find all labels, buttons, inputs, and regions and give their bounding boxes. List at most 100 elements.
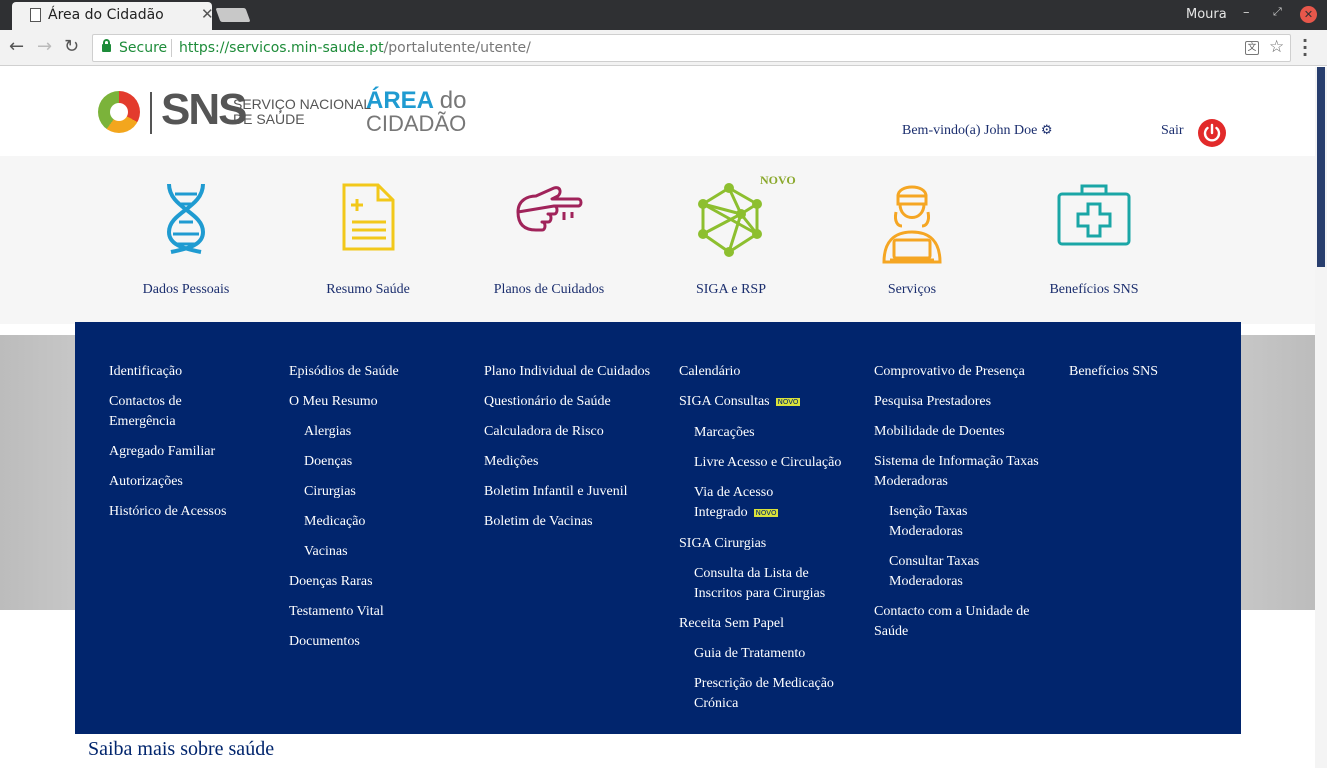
- menu-item-integrado-label: Integrado: [694, 505, 748, 520]
- nurse-icon: [882, 185, 942, 264]
- new-tab-button[interactable]: [215, 8, 251, 22]
- gear-icon[interactable]: ⚙: [1041, 123, 1053, 138]
- menu-item-historico-acessos[interactable]: Histórico de Acessos: [109, 502, 226, 522]
- menu-item-autorizacoes[interactable]: Autorizações: [109, 472, 183, 492]
- translate-icon[interactable]: 文: [1245, 41, 1259, 55]
- menu-item-contactos-emergencia[interactable]: Contactos de: [109, 392, 182, 412]
- shortcut-label: Benefícios SNS: [1049, 282, 1139, 297]
- url-text[interactable]: https://servicos.min-saude.pt/portaluten…: [179, 40, 531, 56]
- welcome-user[interactable]: Bem-vindo(a) John Doe ⚙: [902, 123, 1052, 139]
- sns-logo-icon[interactable]: [98, 91, 140, 133]
- menu-item-contactos-emergencia-cont[interactable]: Emergência: [109, 412, 176, 432]
- secure-label: Secure: [119, 40, 168, 56]
- logo-sub-line2: DE SAÚDE: [233, 111, 305, 127]
- menu-item-alergias[interactable]: Alergias: [304, 422, 351, 442]
- shortcut-planos-cuidados[interactable]: Planos de Cuidados: [459, 156, 639, 324]
- menu-item-consulta-lista[interactable]: Consulta da Lista de: [694, 564, 809, 584]
- novo-tag: NOVO: [775, 398, 801, 406]
- menu-item-via-acesso-integrado[interactable]: Integrado NOVO: [694, 503, 779, 523]
- menu-item-guia-tratamento[interactable]: Guia de Tratamento: [694, 644, 805, 664]
- novo-tag: NOVO: [753, 509, 779, 517]
- menu-item-mobilidade-doentes[interactable]: Mobilidade de Doentes: [874, 422, 1005, 442]
- tab-title: Área do Cidadão: [48, 7, 164, 23]
- url-path: /portalutente/utente/: [383, 40, 531, 56]
- page-content: SNS SERVIÇO NACIONAL DE SAÚDE ÁREA do CI…: [0, 67, 1315, 768]
- menu-item-siga-consultas-label: SIGA Consultas: [679, 394, 770, 409]
- shortcut-beneficios-sns[interactable]: Benefícios SNS: [1004, 156, 1184, 324]
- shortcut-label: Serviços: [887, 282, 937, 297]
- menu-item-comprovativo-presenca[interactable]: Comprovativo de Presença: [874, 362, 1025, 382]
- menu-item-doencas[interactable]: Doenças: [304, 452, 352, 472]
- logo-subtitle: SERVIÇO NACIONAL DE SAÚDE: [233, 97, 371, 127]
- menu-item-meu-resumo[interactable]: O Meu Resumo: [289, 392, 378, 412]
- browser-menu-icon[interactable]: · · ·: [1302, 33, 1308, 63]
- menu-item-prescricao-cronica-cont[interactable]: Crónica: [694, 694, 738, 714]
- menu-item-livre-acesso[interactable]: Livre Acesso e Circulação: [694, 453, 841, 473]
- shortcut-servicos[interactable]: Serviços: [822, 156, 1002, 324]
- menu-item-testamento-vital[interactable]: Testamento Vital: [289, 602, 384, 622]
- lock-icon: [102, 39, 111, 52]
- novo-badge: NOVO: [760, 173, 796, 187]
- menu-item-calculadora-risco[interactable]: Calculadora de Risco: [484, 422, 604, 442]
- menu-item-consultar-taxas[interactable]: Consultar Taxas: [889, 552, 979, 572]
- back-icon[interactable]: ←: [9, 36, 24, 57]
- menu-item-calendario[interactable]: Calendário: [679, 362, 740, 382]
- menu-item-receita-sem-papel[interactable]: Receita Sem Papel: [679, 614, 784, 634]
- menu-item-plano-individual[interactable]: Plano Individual de Cuidados: [484, 362, 650, 382]
- menu-item-siga-cirurgias[interactable]: SIGA Cirurgias: [679, 534, 766, 554]
- reload-icon[interactable]: ↻: [64, 36, 79, 57]
- menu-item-questionario[interactable]: Questionário de Saúde: [484, 392, 611, 412]
- forward-icon[interactable]: →: [37, 36, 52, 57]
- menu-item-consultar-taxas-cont[interactable]: Moderadoras: [889, 572, 963, 592]
- menu-item-contacto-unidade-cont[interactable]: Saúde: [874, 622, 908, 642]
- area-do: do: [439, 87, 467, 114]
- logo-divider: [150, 92, 152, 134]
- power-icon[interactable]: [1198, 119, 1226, 147]
- menu-item-contacto-unidade[interactable]: Contacto com a Unidade de: [874, 602, 1030, 622]
- window-close-icon[interactable]: ✕: [1300, 6, 1317, 23]
- menu-item-sistema-taxas[interactable]: Sistema de Informação Taxas: [874, 452, 1039, 472]
- shortcut-dados-pessoais[interactable]: Dados Pessoais: [96, 156, 276, 324]
- menu-item-sistema-taxas-cont[interactable]: Moderadoras: [874, 472, 948, 492]
- mega-menu: Identificação Contactos de Emergência Ag…: [75, 322, 1241, 734]
- minimize-icon[interactable]: –: [1243, 5, 1250, 20]
- divider: [171, 39, 172, 57]
- menu-item-documentos[interactable]: Documentos: [289, 632, 360, 652]
- menu-item-siga-consultas[interactable]: SIGA Consultas NOVO: [679, 392, 801, 412]
- bookmark-star-icon[interactable]: ☆: [1269, 37, 1284, 57]
- menu-item-marcacoes[interactable]: Marcações: [694, 423, 755, 443]
- browser-tab[interactable]: Área do Cidadão ✕: [12, 2, 214, 30]
- page-scrollbar[interactable]: [1315, 67, 1327, 768]
- shortcut-resumo-saude[interactable]: Resumo Saúde: [278, 156, 458, 324]
- logout-link[interactable]: Sair: [1161, 123, 1184, 139]
- restore-icon[interactable]: ⤢: [1273, 5, 1282, 19]
- menu-item-episodios[interactable]: Episódios de Saúde: [289, 362, 399, 382]
- menu-item-beneficios-sns[interactable]: Benefícios SNS: [1069, 362, 1158, 382]
- tab-close-icon[interactable]: ✕: [201, 5, 214, 23]
- menu-item-via-acesso[interactable]: Via de Acesso: [694, 483, 773, 503]
- menu-item-doencas-raras[interactable]: Doenças Raras: [289, 572, 373, 592]
- menu-item-isencao-taxas-cont[interactable]: Moderadoras: [889, 522, 963, 542]
- menu-item-medicacao[interactable]: Medicação: [304, 512, 365, 532]
- address-bar[interactable]: Secure https://servicos.min-saude.pt/por…: [92, 34, 1291, 62]
- menu-item-pesquisa-prestadores[interactable]: Pesquisa Prestadores: [874, 392, 991, 412]
- menu-item-consulta-lista-cont[interactable]: Inscritos para Cirurgias: [694, 584, 825, 604]
- shortcut-band: Dados Pessoais Resumo Saúde Planos de Cu…: [0, 156, 1315, 324]
- menu-item-prescricao-cronica[interactable]: Prescrição de Medicação: [694, 674, 834, 694]
- medkit-icon: [1057, 184, 1131, 246]
- welcome-text: Bem-vindo(a) John Doe: [902, 123, 1038, 138]
- menu-item-medicoes[interactable]: Medições: [484, 452, 538, 472]
- scrollbar-thumb[interactable]: [1317, 67, 1325, 267]
- menu-item-identificacao[interactable]: Identificação: [109, 362, 182, 382]
- window-user: Moura: [1186, 7, 1227, 22]
- document-icon: [342, 183, 395, 251]
- browser-toolbar: ← → ↻ Secure https://servicos.min-saude.…: [0, 30, 1327, 66]
- menu-item-cirurgias[interactable]: Cirurgias: [304, 482, 356, 502]
- menu-item-boletim-infantil[interactable]: Boletim Infantil e Juvenil: [484, 482, 627, 502]
- menu-item-isencao-taxas[interactable]: Isenção Taxas: [889, 502, 967, 522]
- menu-item-boletim-vacinas[interactable]: Boletim de Vacinas: [484, 512, 593, 532]
- menu-item-agregado-familiar[interactable]: Agregado Familiar: [109, 442, 215, 462]
- pointing-hand-icon: [516, 186, 583, 232]
- menu-item-vacinas[interactable]: Vacinas: [304, 542, 348, 562]
- shortcut-label: Dados Pessoais: [142, 282, 230, 297]
